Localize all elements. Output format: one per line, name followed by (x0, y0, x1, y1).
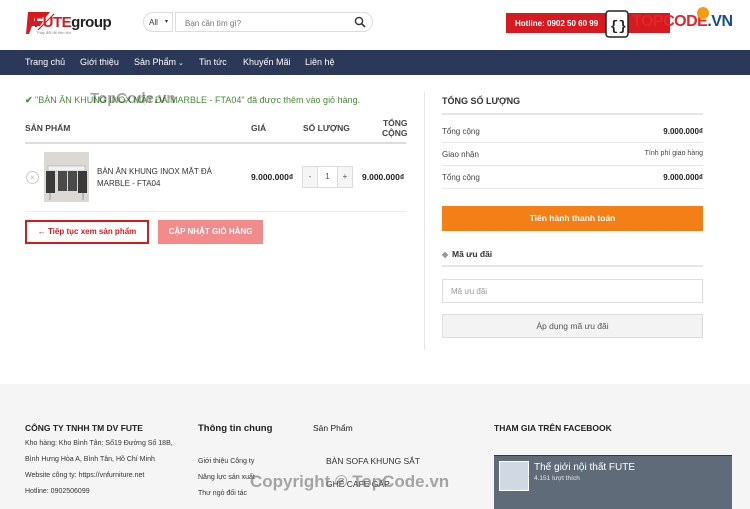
cart-totals-divider (442, 113, 703, 115)
main-nav: Trang chủ Giới thiệu Sản Phẩm ⌄ Tin tức K… (0, 50, 750, 75)
totals-row-subtotal: Tổng cộng 9.000.000₫ (442, 121, 703, 143)
col-quantity-header: SỐ LƯỢNG (303, 123, 350, 133)
hotline-badge[interactable]: Hotline: 0902 50 60 99 (506, 13, 606, 33)
footer-company-name: CÔNG TY TNHH TM DV FUTE (25, 423, 143, 433)
fb-page-name[interactable]: Thế giới nội thất FUTE (534, 462, 635, 473)
nav-item-products[interactable]: Sản Phẩm ⌄ (134, 57, 184, 67)
remove-item-icon[interactable]: × (26, 171, 39, 184)
category-select[interactable]: All ▾ (143, 12, 173, 32)
col-product-header: SẢN PHẨM (25, 123, 71, 133)
footer-website[interactable]: Website công ty: https://vnfurniture.net (25, 472, 144, 479)
table-header-divider (25, 142, 406, 144)
totals-label: Giao nhận (442, 150, 479, 159)
nav-item-contact[interactable]: Liên hệ (305, 57, 335, 67)
svg-text:{}: {} (610, 19, 627, 35)
fb-page-avatar (499, 461, 529, 491)
footer-products-title: Sản Phẩm (313, 423, 353, 433)
totals-row-total: Tổng cộng 9.000.000₫ (442, 167, 703, 189)
product-thumbnail[interactable] (44, 152, 89, 202)
added-to-cart-notice: ✔ "BÀN ĂN KHUNG INOX MẶT ĐÁ MARBLE - FTA0… (25, 95, 360, 106)
facebook-page-widget[interactable]: Thế giới nội thất FUTE 4.151 lượt thích (494, 456, 732, 509)
logo-slogan: Thay đổi để tiến lên (36, 30, 71, 35)
totals-value: 9.000.000₫ (663, 173, 703, 182)
update-cart-button[interactable]: CẬP NHẬT GIỎ HÀNG (158, 220, 263, 244)
col-total-header: TỔNG CỘNG (382, 118, 408, 138)
totals-label: Tổng cộng (442, 173, 480, 182)
footer-link-sofa-table[interactable]: BÀN SOFA KHUNG SẮT (326, 456, 420, 466)
footer-link-about[interactable]: Giới thiệu Công ty (198, 458, 254, 465)
table-row-divider (25, 211, 406, 212)
footer-link-partner[interactable]: Thư ngỏ đối tác (198, 490, 247, 497)
product-name-link[interactable]: BÀN ĂN KHUNG INOX MẶT ĐÁ MARBLE - FTA04 (97, 166, 227, 190)
col-total-header-line1: TỔNG (382, 118, 408, 128)
copyright-watermark: Copyright © TopCode.vn (250, 472, 450, 491)
check-icon: ✔ (25, 95, 33, 105)
nav-item-about[interactable]: Giới thiệu (80, 57, 119, 67)
chevron-down-icon: ⌄ (178, 60, 184, 67)
footer-hotline[interactable]: Hotline: 0902506099 (25, 488, 90, 495)
fb-page-likes: 4.151 lượt thích (534, 475, 580, 482)
logo-wordmark: FUTEgroup (34, 14, 112, 31)
footer-address-line2: Bình Hưng Hòa A, Bình Tân, Hồ Chí Minh (25, 456, 155, 463)
qty-plus-button[interactable]: + (338, 167, 352, 187)
topcode-watermark-overlay: TopCode.vn (90, 90, 176, 107)
continue-shopping-button[interactable]: ← Tiếp tục xem sản phẩm (25, 220, 149, 244)
search-box (175, 12, 373, 33)
category-select-value: All (149, 18, 158, 27)
totals-value: Tính phí giao hàng (644, 150, 703, 157)
totals-value: 9.000.000₫ (663, 127, 703, 136)
quantity-stepper: - 1 + (302, 166, 353, 188)
product-subtotal: 9.000.000₫ (362, 172, 405, 182)
coupon-divider (442, 265, 703, 267)
col-total-header-line2: CỘNG (382, 128, 408, 138)
column-divider (424, 92, 425, 350)
site-header: FUTEgroup Thay đổi để tiến lên All ▾ Hot… (0, 0, 750, 50)
nav-item-home[interactable]: Trang chủ (25, 57, 65, 67)
totals-row-shipping: Giao nhận Tính phí giao hàng (442, 144, 703, 166)
cart-count-badge (697, 7, 709, 19)
totals-label: Tổng cộng (442, 127, 480, 136)
qty-input[interactable]: 1 (317, 167, 338, 187)
tag-icon: ◆ (442, 250, 449, 259)
footer-link-capacity[interactable]: Năng lực sản xuất (198, 474, 255, 481)
coupon-input[interactable]: Mã ưu đãi (442, 279, 703, 303)
coupon-title-text: Mã ưu đãi (452, 249, 493, 259)
qty-minus-button[interactable]: - (303, 167, 317, 187)
nav-item-products-label: Sản Phẩm (134, 57, 177, 67)
product-price: 9.000.000₫ (251, 172, 294, 182)
search-icon[interactable] (354, 16, 366, 28)
search-input[interactable] (176, 14, 346, 33)
footer-address-line1: Kho hàng: Kho Bình Tân: Số19 Đường Số 18… (25, 440, 173, 447)
topcode-watermark-text: TOPCODE.VN (632, 13, 733, 30)
apply-coupon-button[interactable]: Áp dụng mã ưu đãi (442, 314, 703, 338)
col-price-header: GIÁ (251, 123, 267, 133)
nav-item-promotions[interactable]: Khuyến Mãi (243, 57, 291, 67)
notice-text: "BÀN ĂN KHUNG INOX MẶT ĐÁ MARBLE - FTA04… (35, 95, 361, 105)
footer-info-title: Thông tin chung (198, 423, 273, 434)
chevron-down-icon: ▾ (164, 19, 168, 25)
footer-facebook-title: THAM GIA TRÊN FACEBOOK (494, 423, 612, 433)
nav-item-news[interactable]: Tin tức (199, 57, 227, 67)
coupon-title: ◆ Mã ưu đãi (442, 249, 492, 259)
cart-totals-title: TỔNG SỐ LƯỢNG (442, 96, 521, 106)
checkout-button[interactable]: Tiến hành thanh toán (442, 206, 703, 231)
